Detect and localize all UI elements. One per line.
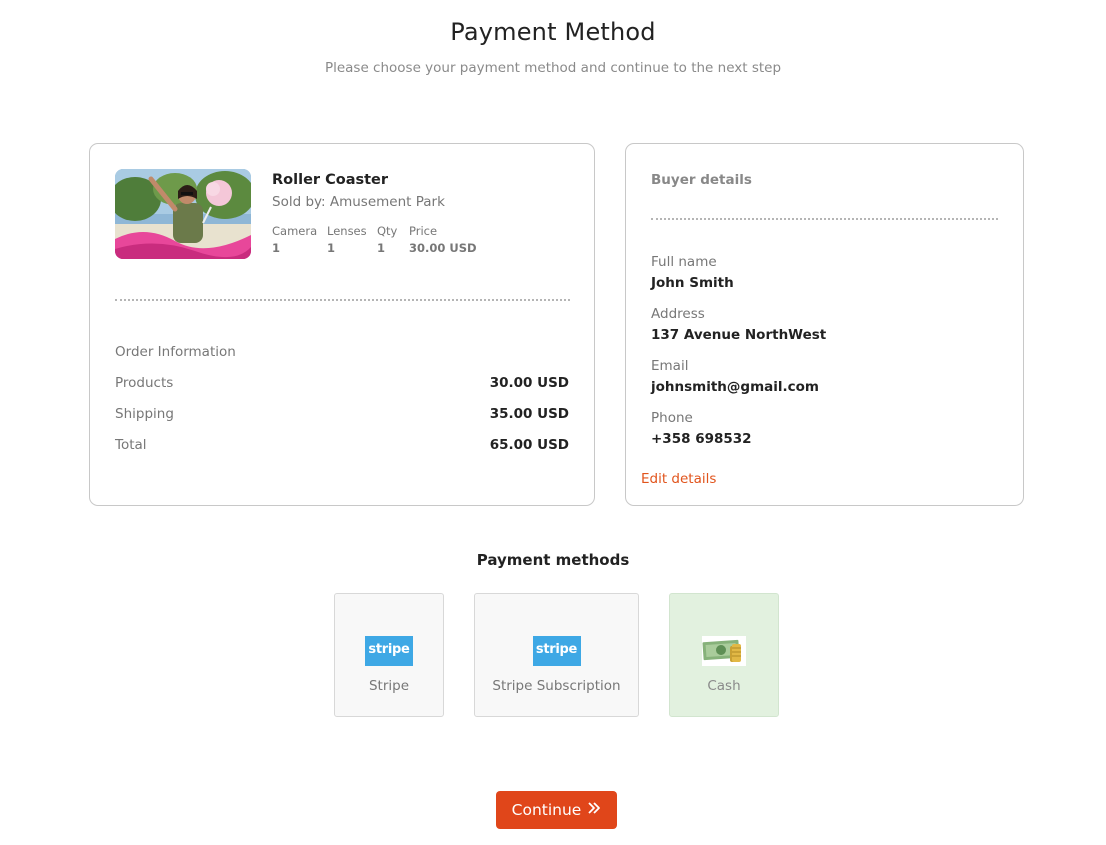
address-label: Address xyxy=(651,306,705,322)
double-chevron-right-icon xyxy=(587,801,601,819)
payment-method-label: Stripe Subscription xyxy=(492,678,621,694)
stripe-logo: stripe xyxy=(365,636,413,666)
divider xyxy=(651,218,998,220)
page-title: Payment Method xyxy=(450,18,656,46)
spec-price: Price 30.00 USD xyxy=(409,224,477,255)
product-name: Roller Coaster xyxy=(272,172,389,188)
total-label: Total xyxy=(115,437,147,453)
phone-label: Phone xyxy=(651,410,693,426)
payment-method-label: Cash xyxy=(707,678,741,694)
address-value: 137 Avenue NorthWest xyxy=(651,327,827,343)
spec-value: 1 xyxy=(377,241,386,255)
spec-value: 1 xyxy=(272,241,281,255)
product-seller: Sold by: Amusement Park xyxy=(272,194,445,210)
spec-value: 1 xyxy=(327,241,336,255)
email-label: Email xyxy=(651,358,689,374)
order-summary-card: Roller Coaster Sold by: Amusement Park C… xyxy=(89,143,595,506)
phone-value: +358 698532 xyxy=(651,431,752,447)
divider xyxy=(115,299,570,301)
continue-button[interactable]: Continue xyxy=(496,791,617,829)
spec-label: Qty xyxy=(377,224,398,238)
products-value: 30.00 USD xyxy=(489,375,569,391)
shipping-label: Shipping xyxy=(115,406,174,422)
products-label: Products xyxy=(115,375,174,391)
buyer-details-heading: Buyer details xyxy=(651,172,752,188)
total-value: 65.00 USD xyxy=(489,437,569,453)
spec-lenses: Lenses 1 xyxy=(327,224,367,255)
spec-camera: Camera 1 xyxy=(272,224,317,255)
payment-method-stripe-subscription[interactable]: stripe Stripe Subscription xyxy=(474,593,639,717)
spec-value: 30.00 USD xyxy=(409,241,477,255)
spec-label: Camera xyxy=(272,224,318,238)
payment-method-label: Stripe xyxy=(368,678,410,694)
payment-method-stripe[interactable]: stripe Stripe xyxy=(334,593,444,717)
payment-methods-title: Payment methods xyxy=(476,551,630,569)
stripe-logo: stripe xyxy=(532,636,581,666)
full-name-label: Full name xyxy=(651,254,717,270)
page-subtitle: Please choose your payment method and co… xyxy=(324,60,782,76)
full-name-value: John Smith xyxy=(651,275,734,291)
buyer-details-card: Buyer details Full name John Smith Addre… xyxy=(625,143,1024,506)
payment-method-cash[interactable]: Cash xyxy=(669,593,779,717)
cash-icon xyxy=(702,636,746,666)
spec-qty: Qty 1 xyxy=(377,224,397,255)
edit-details-link[interactable]: Edit details xyxy=(641,471,716,487)
product-image xyxy=(115,169,251,259)
shipping-value: 35.00 USD xyxy=(489,406,569,422)
order-information-title: Order Information xyxy=(115,344,236,360)
spec-label: Price xyxy=(409,224,438,238)
email-value: johnsmith@gmail.com xyxy=(651,379,819,395)
continue-label: Continue xyxy=(511,801,582,819)
spec-label: Lenses xyxy=(327,224,367,238)
